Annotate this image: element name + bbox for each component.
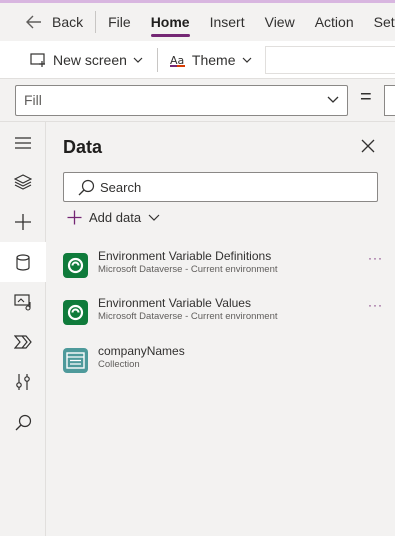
close-icon[interactable] <box>361 139 375 153</box>
data-source-name: Environment Variable Definitions <box>98 249 272 263</box>
ribbon-toolbar: New screen Aa Theme <box>0 41 395 79</box>
toolbar-divider <box>156 47 158 72</box>
data-source-subtitle: Microsoft Dataverse - Current environmen… <box>98 264 278 275</box>
dataverse-icon <box>63 300 88 325</box>
formula-bar: Fill = <box>0 79 395 122</box>
toolbar-field[interactable] <box>265 46 395 74</box>
add-data-button[interactable]: Add data <box>67 210 160 225</box>
advanced-tools-button[interactable] <box>0 362 46 402</box>
menu-file[interactable]: File <box>98 3 141 41</box>
menu-home[interactable]: Home <box>141 3 200 41</box>
equals-sign: = <box>360 86 372 108</box>
add-data-label: Add data <box>89 210 142 225</box>
data-source-name: Environment Variable Values <box>98 296 251 310</box>
data-icon <box>16 253 30 271</box>
media-button[interactable] <box>0 282 46 322</box>
formula-input[interactable] <box>384 85 395 116</box>
left-rail <box>0 122 46 536</box>
back-arrow-icon <box>26 15 41 29</box>
advanced-tools-icon <box>16 374 30 390</box>
search-icon <box>78 179 95 196</box>
data-source-item[interactable]: companyNames Collection <box>63 344 383 384</box>
rail-search-button[interactable] <box>0 402 46 442</box>
media-icon <box>13 293 31 311</box>
data-panel: Data Add data Environment Variable Defin… <box>47 122 395 536</box>
menu-insert[interactable]: Insert <box>200 3 255 41</box>
theme-label: Theme <box>191 51 236 68</box>
theme-icon: Aa <box>169 54 185 67</box>
data-source-item[interactable]: Environment Variable Definitions Microso… <box>63 249 383 289</box>
power-automate-icon <box>14 335 32 349</box>
chevron-down-icon <box>148 214 160 221</box>
collection-icon <box>63 348 88 373</box>
more-options-button[interactable]: ··· <box>368 298 383 312</box>
property-dropdown[interactable]: Fill <box>15 85 348 116</box>
menu-nav: Back File Home Insert View Action Setti <box>0 3 395 41</box>
new-screen-label: New screen <box>53 51 127 68</box>
data-source-subtitle: Microsoft Dataverse - Current environmen… <box>98 311 278 322</box>
menu-settings[interactable]: Setti <box>364 3 395 41</box>
search-box <box>63 172 378 202</box>
hamburger-icon <box>15 137 31 149</box>
data-source-item[interactable]: Environment Variable Values Microsoft Da… <box>63 296 383 336</box>
layers-icon <box>14 174 32 190</box>
dataverse-icon <box>63 253 88 278</box>
power-automate-button[interactable] <box>0 322 46 362</box>
property-value: Fill <box>24 92 42 108</box>
insert-button[interactable] <box>0 202 46 242</box>
tree-view-button[interactable] <box>0 162 46 202</box>
back-button[interactable]: Back <box>0 3 93 41</box>
nav-divider <box>95 11 97 33</box>
new-screen-icon <box>30 53 45 67</box>
chevron-down-icon <box>133 57 143 63</box>
more-options-button[interactable]: ··· <box>368 251 383 265</box>
menu-action[interactable]: Action <box>305 3 364 41</box>
new-screen-button[interactable]: New screen <box>30 52 143 68</box>
data-button[interactable] <box>0 242 46 282</box>
chevron-down-icon <box>327 96 339 103</box>
data-source-name: companyNames <box>98 344 185 358</box>
data-source-subtitle: Collection <box>98 359 140 370</box>
search-icon <box>15 414 31 430</box>
plus-icon <box>67 210 82 225</box>
panel-title: Data <box>63 137 103 157</box>
theme-button[interactable]: Aa Theme <box>169 51 252 68</box>
hamburger-button[interactable] <box>0 123 46 163</box>
top-menu-bar: Back File Home Insert View Action Setti <box>0 0 395 41</box>
search-input[interactable] <box>100 177 370 197</box>
insert-icon <box>15 214 31 230</box>
menu-view[interactable]: View <box>255 3 305 41</box>
chevron-down-icon <box>242 57 251 63</box>
